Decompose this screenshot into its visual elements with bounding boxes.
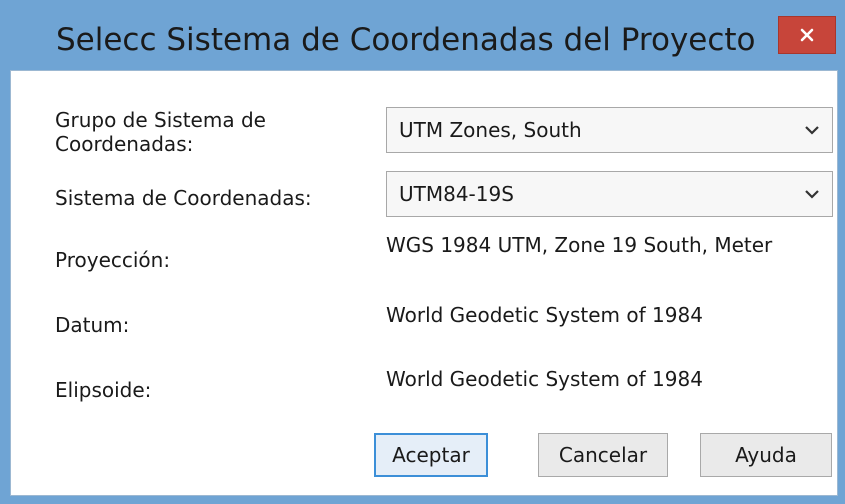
cancel-button[interactable]: Cancelar xyxy=(538,433,668,477)
group-label: Grupo de Sistema de Coordenadas: xyxy=(55,108,266,156)
system-dropdown-value: UTM84-19S xyxy=(399,182,514,206)
system-dropdown[interactable]: UTM84-19S xyxy=(386,171,833,217)
dialog-window: Selecc Sistema de Coordenadas del Proyec… xyxy=(0,0,845,504)
chevron-down-icon xyxy=(805,190,819,199)
datum-label: Datum: xyxy=(55,313,130,337)
dialog-body: Grupo de Sistema de Coordenadas: UTM Zon… xyxy=(10,70,838,496)
projection-value: WGS 1984 UTM, Zone 19 South, Meter xyxy=(386,233,773,257)
group-dropdown[interactable]: UTM Zones, South xyxy=(386,107,833,153)
dialog-title: Selecc Sistema de Coordenadas del Proyec… xyxy=(56,22,756,58)
ellipsoid-label: Elipsoide: xyxy=(55,378,152,402)
projection-label: Proyección: xyxy=(55,248,171,272)
datum-value: World Geodetic System of 1984 xyxy=(386,303,703,327)
system-label: Sistema de Coordenadas: xyxy=(55,186,312,210)
ellipsoid-value: World Geodetic System of 1984 xyxy=(386,367,703,391)
close-icon xyxy=(800,28,814,42)
help-button[interactable]: Ayuda xyxy=(700,433,832,477)
chevron-down-icon xyxy=(805,126,819,135)
accept-button[interactable]: Aceptar xyxy=(374,433,488,477)
group-dropdown-value: UTM Zones, South xyxy=(399,118,582,142)
close-button[interactable] xyxy=(778,16,836,54)
